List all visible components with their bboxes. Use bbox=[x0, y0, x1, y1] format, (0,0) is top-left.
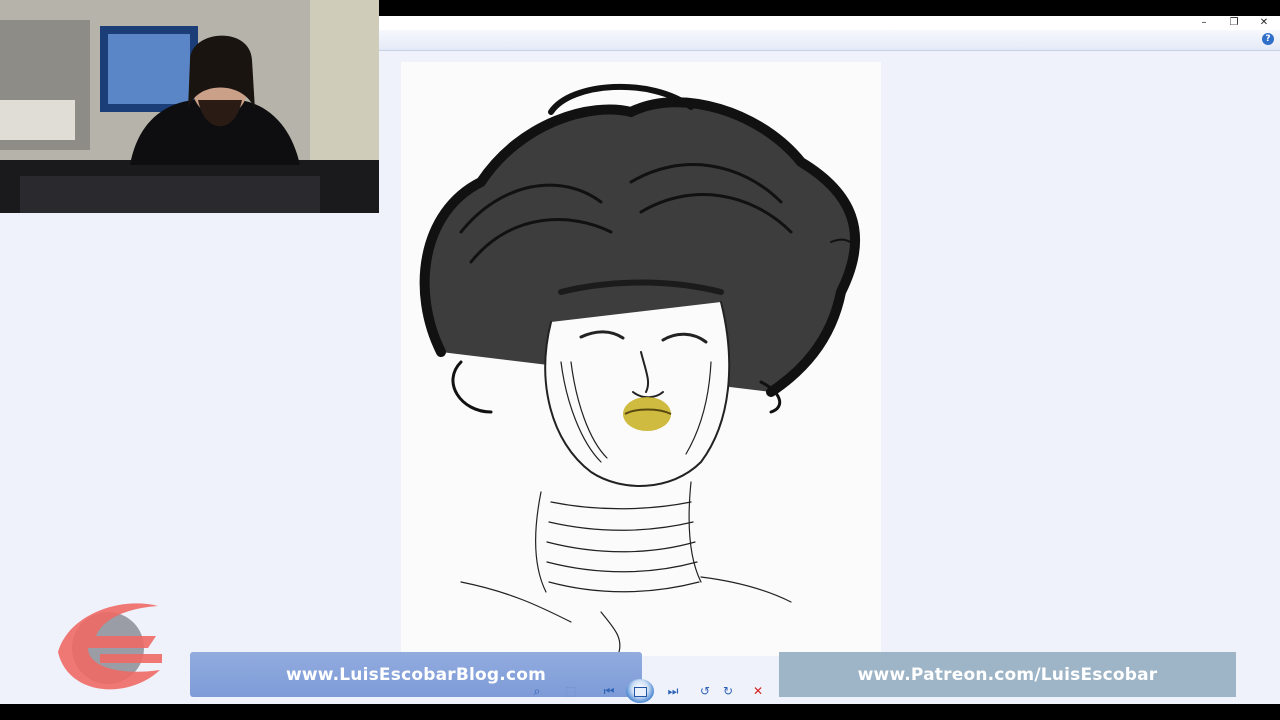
displayed-image bbox=[401, 62, 881, 656]
zoom-icon[interactable]: ⌕ bbox=[526, 682, 548, 700]
neck-drawing bbox=[460, 481, 792, 653]
viewer-toolbar: ⌕ ⬚ ⏮ ⏭ ↺ ↻ ✕ bbox=[506, 679, 778, 703]
webcam-overlay bbox=[0, 0, 379, 213]
delete-icon[interactable]: ✕ bbox=[749, 682, 767, 700]
portrait-drawing bbox=[419, 83, 860, 653]
rotate-counterclockwise-icon[interactable]: ↺ bbox=[696, 682, 714, 700]
bottom-letterbox bbox=[0, 704, 1280, 720]
previous-icon[interactable]: ⏮ bbox=[598, 682, 620, 700]
close-button[interactable]: ✕ bbox=[1250, 16, 1278, 30]
minimize-button[interactable]: – bbox=[1190, 16, 1218, 30]
restore-button[interactable]: ❐ bbox=[1220, 16, 1248, 30]
actual-size-icon[interactable]: ⬚ bbox=[562, 682, 580, 700]
watermark-logo bbox=[58, 603, 162, 690]
slideshow-button[interactable] bbox=[626, 679, 654, 703]
rotate-clockwise-icon[interactable]: ↻ bbox=[719, 682, 737, 700]
help-icon[interactable]: ? bbox=[1262, 33, 1274, 45]
next-icon[interactable]: ⏭ bbox=[662, 682, 684, 700]
highlighted-lips bbox=[623, 397, 671, 431]
slideshow-icon bbox=[634, 687, 647, 697]
patreon-url-banner: www.Patreon.com/LuisEscobar bbox=[779, 652, 1236, 697]
webcam-video bbox=[0, 0, 379, 213]
